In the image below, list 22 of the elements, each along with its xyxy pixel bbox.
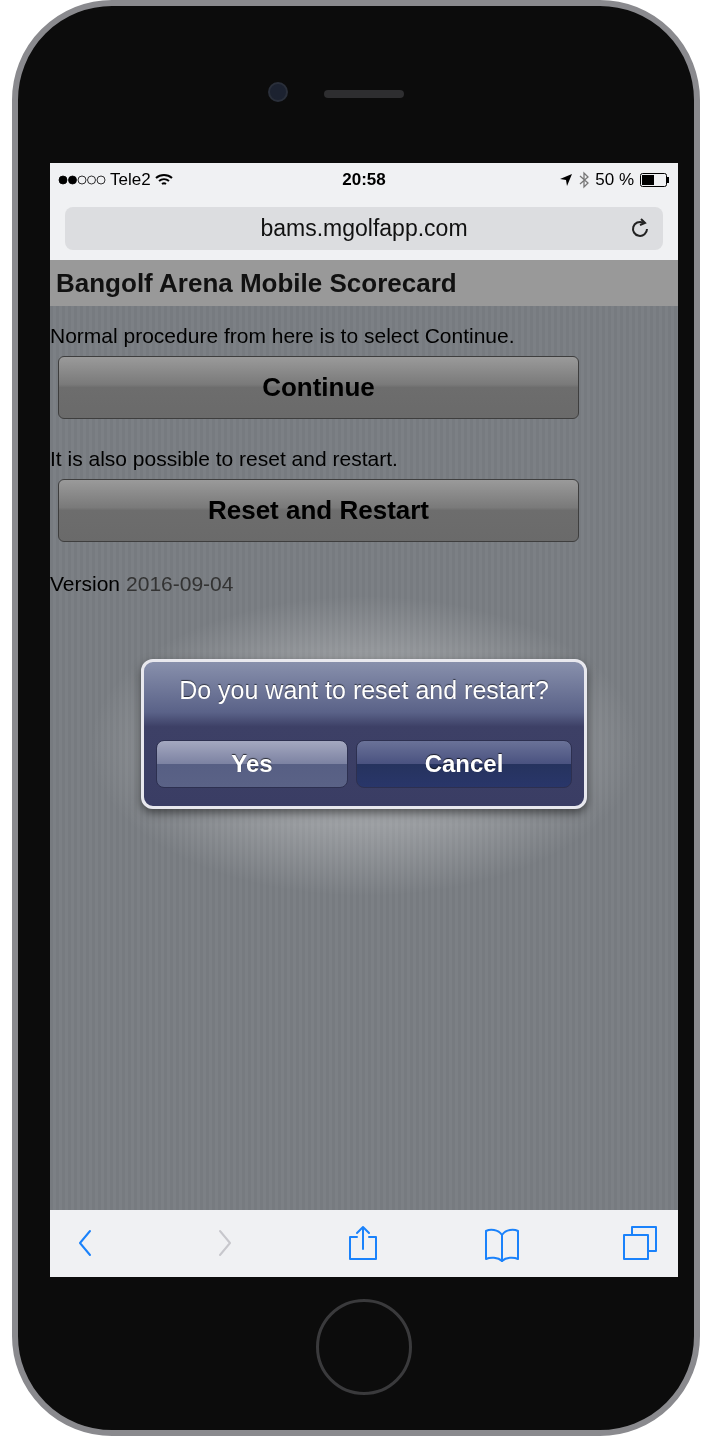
action-button[interactable]: Reset and Restart [58,479,579,542]
wifi-icon [154,173,173,187]
battery-percent: 50 % [595,169,634,192]
reload-icon[interactable] [629,217,651,240]
clock-time: 20:58 [342,169,386,192]
action-button[interactable]: Continue [58,356,579,419]
carrier-name: Tele2 [110,169,151,192]
location-arrow-icon [559,173,574,187]
url-text: bams.mgolfapp.com [260,214,468,244]
instruction-text: Normal procedure from here is to select Continue. [50,323,516,349]
battery-icon [640,173,670,187]
page-title: Bangolf Arena Mobile Scorecard [56,266,457,300]
version-date: 2016-09-04 [126,571,234,597]
signal-icon [58,175,106,185]
bluetooth-icon [579,171,590,189]
dialog-button[interactable]: Yes [156,739,348,788]
address-bar[interactable]: bams.mgolfapp.com [65,207,663,250]
dialog-message: Do you want to reset and restart? [179,675,549,706]
version-label: Version [50,571,121,597]
camera-icon [268,82,288,102]
dialog-button[interactable]: Cancel [356,739,572,788]
instruction-text: It is also possible to reset and restart. [50,446,399,472]
